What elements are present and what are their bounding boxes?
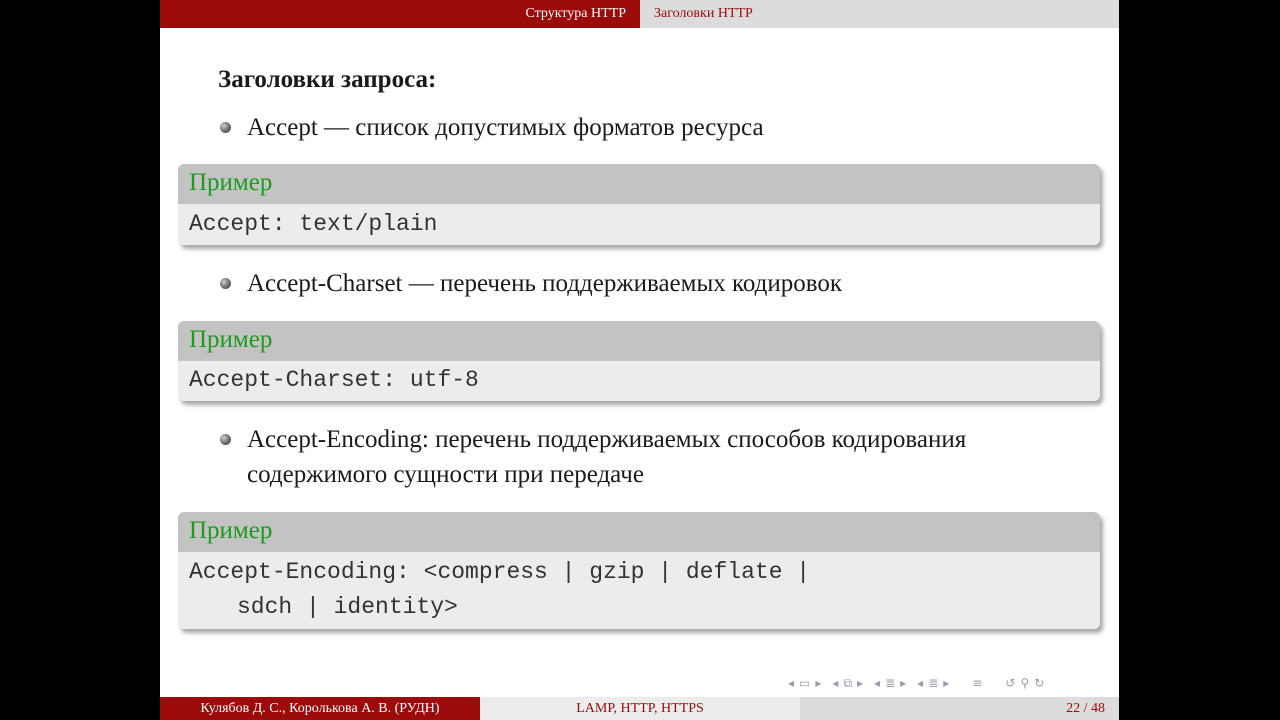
code-line: sdch | identity> (237, 594, 458, 620)
search-icon[interactable]: ⚲ (1020, 676, 1029, 690)
bullet-icon (220, 278, 231, 289)
footer-authors: Кулябов Д. С., Королькова А. В. (РУДН) (160, 697, 480, 720)
nav-next-arrow[interactable]: ▸ (943, 676, 949, 690)
bullet-text: Accept — список допустимых форматов ресу… (247, 114, 764, 141)
nav-next-arrow[interactable]: ▸ (900, 676, 906, 690)
bullet-item: Accept-Encoding: перечень поддерживаемых… (218, 422, 966, 492)
slide: Структура HTTP Заголовки HTTP Заголовки … (160, 0, 1119, 720)
footer-page-number: 22 / 48 (800, 697, 1119, 720)
bullet-text-line: содержимого сущности при передаче (247, 461, 644, 488)
nav-prev-arrow[interactable]: ◂ (874, 676, 880, 690)
example-title: Пример (178, 512, 1100, 552)
section-icon[interactable]: ≣ (885, 676, 895, 690)
footer-title: LAMP, HTTP, HTTPS (480, 697, 800, 720)
bullet-text: Accept-Charset — перечень поддерживаемых… (247, 270, 843, 297)
header-bar: Структура HTTP Заголовки HTTP (160, 0, 1119, 28)
example-code: Accept-Encoding: <compress | gzip | defl… (178, 552, 1100, 629)
back-icon[interactable]: ↺ (1005, 676, 1015, 690)
nav-prev-arrow[interactable]: ◂ (917, 676, 923, 690)
nav-prev-arrow[interactable]: ◂ (788, 676, 794, 690)
subsection-title[interactable]: Заголовки HTTP (640, 0, 1119, 28)
nav-prev-arrow[interactable]: ◂ (832, 676, 838, 690)
bullet-text-line: Accept-Encoding: перечень поддерживаемых… (247, 426, 967, 453)
example-block: Пример Accept-Encoding: <compress | gzip… (178, 512, 1100, 629)
menu-icon[interactable]: ≡ (972, 676, 982, 690)
slide-heading: Заголовки запроса: (218, 66, 437, 93)
example-code: Accept: text/plain (178, 204, 1100, 245)
bullet-icon (220, 434, 231, 445)
bullet-item: Accept-Charset — перечень поддерживаемых… (218, 266, 842, 301)
footer-bar: Кулябов Д. С., Королькова А. В. (РУДН) L… (160, 697, 1119, 720)
bullet-icon (220, 122, 231, 133)
nav-next-arrow[interactable]: ▸ (857, 676, 863, 690)
slide-icon[interactable]: ≣ (928, 676, 938, 690)
code-line: Accept: text/plain (189, 211, 438, 237)
example-title: Пример (178, 164, 1100, 204)
bullet-item: Accept — список допустимых форматов ресу… (218, 110, 764, 145)
section-title[interactable]: Структура HTTP (160, 0, 640, 28)
navigation-controls: ◂ ▭ ▸ ◂ ⧉ ▸ ◂ ≣ ▸ ◂ ≣ ▸ ≡ ↺ ⚲ ↻ (788, 674, 1118, 692)
code-line: Accept-Encoding: <compress | gzip | defl… (189, 559, 811, 585)
example-title: Пример (178, 321, 1100, 361)
subsection-icon[interactable]: ⧉ (843, 676, 852, 691)
frame-icon[interactable]: ▭ (799, 676, 810, 690)
example-block: Пример Accept: text/plain (178, 164, 1100, 245)
nav-next-arrow[interactable]: ▸ (815, 676, 821, 690)
code-line: Accept-Charset: utf-8 (189, 367, 479, 393)
forward-icon[interactable]: ↻ (1034, 676, 1044, 690)
example-block: Пример Accept-Charset: utf-8 (178, 321, 1100, 401)
example-code: Accept-Charset: utf-8 (178, 361, 1100, 401)
